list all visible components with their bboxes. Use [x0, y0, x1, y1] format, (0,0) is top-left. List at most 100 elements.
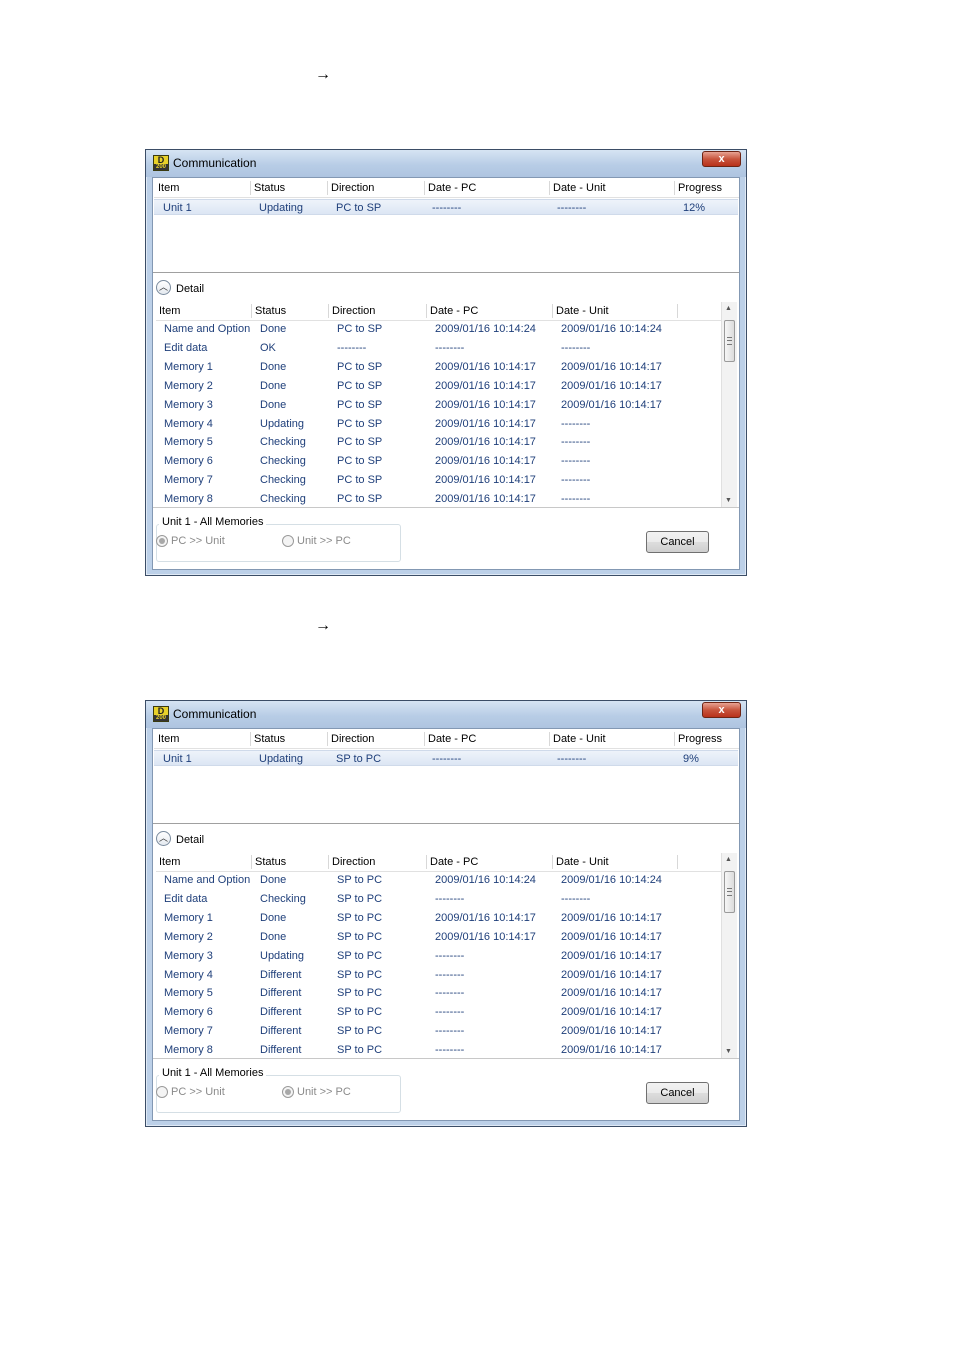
column-header[interactable]: Date - PC [430, 856, 478, 868]
column-header[interactable]: Date - PC [430, 305, 478, 317]
detail-status-cell: Checking [260, 455, 306, 468]
detail-direction-cell: PC to SP [337, 379, 383, 392]
title-bar[interactable]: D 200 Communication x [146, 701, 746, 728]
unit-item-cell: Unit 1 [163, 202, 192, 214]
column-divider [424, 181, 425, 195]
column-header[interactable]: Status [254, 733, 285, 745]
cancel-button[interactable]: Cancel [646, 1082, 709, 1104]
radio-dot-icon[interactable] [156, 1086, 168, 1098]
column-header[interactable]: Status [255, 305, 286, 317]
column-header[interactable]: Date - Unit [553, 182, 606, 194]
detail-list[interactable]: Name and Option Done SP to PC 2009/01/16 10… [156, 872, 721, 1058]
column-header[interactable]: Direction [331, 733, 374, 745]
detail-list[interactable]: Name and Option Done PC to SP 2009/01/16 10… [156, 321, 721, 507]
radio-dot-icon[interactable] [282, 1086, 294, 1098]
communication-window: D 200 Communication x Item Status Direction Dat… [145, 700, 747, 1127]
column-header[interactable]: Direction [332, 305, 375, 317]
detail-status-cell: Checking [260, 474, 306, 487]
close-button[interactable]: x [702, 702, 741, 718]
detail-row[interactable]: Memory 2 Done SP to PC 2009/01/16 10:14:17 2… [156, 929, 721, 948]
detail-date-unit-cell: 2009/01/16 10:14:17 [561, 379, 662, 392]
scroll-up-icon[interactable]: ▲ [725, 856, 732, 863]
column-divider [328, 855, 329, 869]
radio-unit-to-pc[interactable]: Unit >> PC [282, 1086, 362, 1100]
scroll-thumb[interactable] [724, 320, 735, 362]
unit-list-row[interactable]: Unit 1 Updating PC to SP -------- -------- 12… [154, 199, 738, 215]
scroll-down-icon[interactable]: ▼ [725, 497, 732, 504]
detail-list-header: Item Status Direction Date - PC Date - Unit [156, 853, 721, 872]
column-header[interactable]: Progress [678, 182, 722, 194]
detail-scrollbar[interactable]: ▲ ▼ [721, 302, 737, 507]
detail-row[interactable]: Memory 1 Done SP to PC 2009/01/16 10:14:17 2… [156, 910, 721, 929]
title-bar[interactable]: D 200 Communication x [146, 150, 746, 177]
detail-row[interactable]: Memory 5 Different SP to PC -------- 2009/01… [156, 985, 721, 1004]
detail-status-cell: Different [260, 1044, 302, 1057]
scroll-down-icon[interactable]: ▼ [725, 1048, 732, 1055]
detail-direction-cell: PC to SP [337, 474, 383, 487]
detail-date-pc-cell: 2009/01/16 10:14:24 [435, 323, 536, 335]
radio-dot-icon[interactable] [156, 535, 168, 547]
column-header[interactable]: Date - PC [428, 182, 476, 194]
scroll-up-icon[interactable]: ▲ [725, 305, 732, 312]
detail-row[interactable]: Name and Option Done SP to PC 2009/01/16 10… [156, 872, 721, 891]
detail-row[interactable]: Edit data OK -------- -------- -------- [156, 340, 721, 359]
column-header[interactable]: Item [159, 305, 180, 317]
detail-row[interactable]: Name and Option Done PC to SP 2009/01/16 10… [156, 321, 721, 340]
detail-row[interactable]: Memory 4 Different SP to PC -------- 2009/01… [156, 967, 721, 986]
detail-scrollbar[interactable]: ▲ ▼ [721, 853, 737, 1058]
detail-list-header: Item Status Direction Date - PC Date - Unit [156, 302, 721, 321]
column-header[interactable]: Item [158, 182, 179, 194]
detail-row[interactable]: Memory 6 Checking PC to SP 2009/01/16 10:14… [156, 453, 721, 472]
column-header[interactable]: Status [255, 856, 286, 868]
radio-pc-to-unit[interactable]: PC >> Unit [156, 1086, 236, 1100]
collapse-detail-icon[interactable]: ︿ [156, 280, 171, 295]
column-header[interactable]: Date - PC [428, 733, 476, 745]
radio-unit-to-pc[interactable]: Unit >> PC [282, 535, 362, 549]
detail-row[interactable]: Memory 7 Checking PC to SP 2009/01/16 10:14… [156, 472, 721, 491]
radio-dot-icon[interactable] [282, 535, 294, 547]
dialog-client: Item Status Direction Date - PC Date - Unit P… [152, 728, 740, 1121]
panel-splitter[interactable] [153, 823, 739, 824]
detail-date-unit-cell: -------- [561, 341, 591, 354]
detail-direction-cell: SP to PC [337, 949, 383, 962]
collapse-detail-icon[interactable]: ︿ [156, 831, 171, 846]
detail-direction-cell: SP to PC [337, 911, 383, 924]
detail-row[interactable]: Memory 6 Different SP to PC -------- 2009/01… [156, 1004, 721, 1023]
radio-pc-to-unit[interactable]: PC >> Unit [156, 535, 236, 549]
cancel-button[interactable]: Cancel [646, 531, 709, 553]
detail-row[interactable]: Memory 2 Done PC to SP 2009/01/16 10:14:17 2… [156, 378, 721, 397]
detail-row[interactable]: Edit data Checking SP to PC -------- -------… [156, 891, 721, 910]
column-header[interactable]: Date - Unit [556, 305, 609, 317]
divider [153, 507, 739, 508]
detail-date-unit-cell: -------- [561, 455, 591, 468]
column-divider [552, 304, 553, 318]
column-divider [328, 304, 329, 318]
column-header[interactable]: Direction [331, 182, 374, 194]
column-header[interactable]: Date - Unit [553, 733, 606, 745]
detail-row[interactable]: Memory 5 Checking PC to SP 2009/01/16 10:14… [156, 434, 721, 453]
detail-row[interactable]: Memory 3 Done PC to SP 2009/01/16 10:14:17 2… [156, 397, 721, 416]
detail-direction-cell: PC to SP [337, 417, 383, 430]
detail-item-cell: Edit data [164, 341, 208, 354]
detail-row[interactable]: Memory 1 Done PC to SP 2009/01/16 10:14:17 2… [156, 359, 721, 378]
column-header[interactable]: Direction [332, 856, 375, 868]
detail-row[interactable]: Memory 4 Updating PC to SP 2009/01/16 10:14… [156, 416, 721, 435]
detail-row[interactable]: Memory 7 Different SP to PC -------- 2009/01… [156, 1023, 721, 1042]
detail-date-pc-cell: 2009/01/16 10:14:24 [435, 874, 536, 886]
detail-date-unit-cell: -------- [561, 417, 591, 430]
column-header[interactable]: Date - Unit [556, 856, 609, 868]
detail-status-cell: Done [260, 360, 287, 373]
panel-splitter[interactable] [153, 272, 739, 273]
detail-row[interactable]: Memory 8 Checking PC to SP 2009/01/16 10:14… [156, 491, 721, 507]
column-header[interactable]: Progress [678, 733, 722, 745]
detail-row[interactable]: Memory 8 Different SP to PC -------- 2009/01… [156, 1042, 721, 1058]
column-header[interactable]: Status [254, 182, 285, 194]
scroll-thumb[interactable] [724, 871, 735, 913]
detail-item-cell: Memory 5 [164, 436, 213, 449]
detail-direction-cell: PC to SP [337, 455, 383, 468]
column-header[interactable]: Item [159, 856, 180, 868]
close-button[interactable]: x [702, 151, 741, 167]
column-header[interactable]: Item [158, 733, 179, 745]
detail-row[interactable]: Memory 3 Updating SP to PC -------- 2009/01/… [156, 948, 721, 967]
unit-list-row[interactable]: Unit 1 Updating SP to PC -------- -------- 9% [154, 750, 738, 766]
